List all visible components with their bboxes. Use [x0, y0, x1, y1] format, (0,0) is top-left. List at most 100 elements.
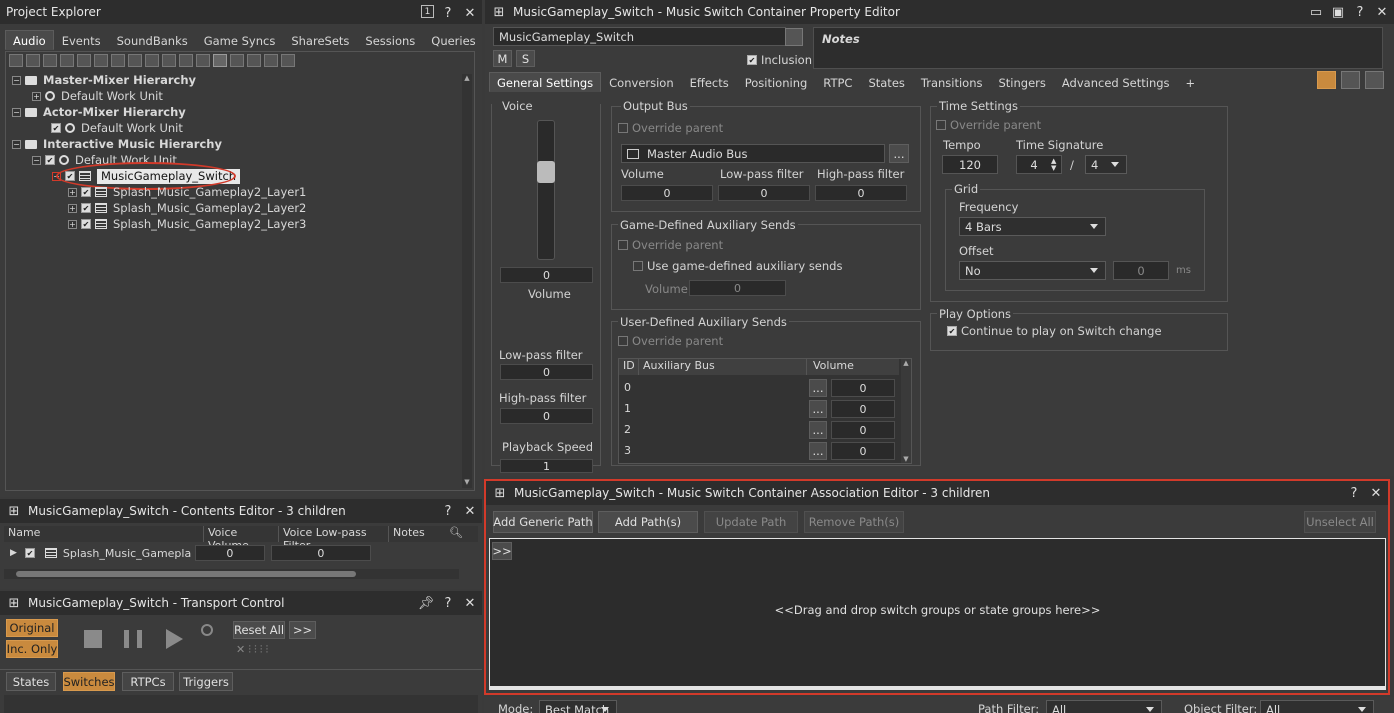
help-icon[interactable]: ? [440, 503, 456, 519]
pause-icon[interactable] [124, 630, 142, 648]
aux-browse-button[interactable]: ... [809, 379, 827, 397]
aux-browse-button[interactable]: ... [809, 421, 827, 439]
voice-fader[interactable] [537, 120, 555, 260]
offset-value-field[interactable]: 0 [1113, 261, 1169, 280]
inclusion-checkbox[interactable]: ✔ [747, 55, 757, 65]
tab-add[interactable]: + [1178, 72, 1204, 92]
help-icon[interactable]: ? [1352, 4, 1368, 20]
tree-master-mixer[interactable]: − Master-Mixer Hierarchy [12, 72, 196, 88]
tree-layer-2[interactable]: + ✔ Splash_Music_Gameplay2_Layer2 [68, 200, 306, 216]
tab-stingers[interactable]: Stingers [991, 72, 1054, 92]
aux-row[interactable]: 2... 0 [619, 420, 899, 440]
checkbox[interactable]: ✔ [45, 155, 55, 165]
tab-general-settings[interactable]: General Settings [489, 72, 602, 92]
mute-button[interactable]: M [493, 50, 512, 67]
inc-only-button[interactable]: Inc. Only [6, 640, 58, 658]
help-icon[interactable]: ? [1346, 485, 1362, 501]
close-icon[interactable]: ✕ [462, 503, 478, 519]
aux-row[interactable]: 3... 0 [619, 441, 899, 461]
expand-button[interactable]: >> [492, 542, 512, 560]
col-lpf[interactable]: Voice Low-pass Filter [279, 526, 389, 552]
bus-hpf-slider[interactable]: 0 [815, 185, 907, 201]
reset-all-button[interactable]: Reset All [233, 621, 285, 639]
voice-icon[interactable] [196, 54, 210, 67]
tree-interactive[interactable]: − Interactive Music Hierarchy [12, 136, 222, 152]
tree-master-wu[interactable]: + Default Work Unit [32, 88, 163, 104]
search-icon[interactable]: 🔍︎ [449, 526, 463, 542]
checkbox[interactable]: ✔ [24, 548, 35, 558]
tree-scrollbar[interactable]: ▲ ▼ [462, 74, 472, 488]
save-icon[interactable]: ▣ [1330, 4, 1346, 20]
tab-soundbanks[interactable]: SoundBanks [109, 30, 196, 50]
open-folder-icon[interactable]: ▭ [1308, 4, 1324, 20]
close-icon[interactable]: ✕ [462, 595, 478, 611]
sequence-icon[interactable] [162, 54, 176, 67]
sound-icon[interactable] [179, 54, 193, 67]
table-row[interactable]: ▶ ✔ Splash_Music_Gameplay... 0 0 [4, 543, 478, 563]
close-icon[interactable]: ✕ [1368, 485, 1384, 501]
clock-icon[interactable] [201, 624, 213, 636]
voice-volume-slider[interactable]: 0 [194, 545, 265, 561]
aux-volume-slider[interactable]: 0 [831, 442, 895, 460]
tab-effects[interactable]: Effects [682, 72, 737, 92]
tab-positioning[interactable]: Positioning [737, 72, 816, 92]
use-game-aux-checkbox[interactable] [633, 261, 643, 271]
track-icon[interactable] [264, 54, 278, 67]
close-icon[interactable]: ✕ [462, 5, 478, 21]
aux-volume-slider[interactable]: 0 [831, 379, 895, 397]
tab-rtpc[interactable]: RTPC [815, 72, 860, 92]
tab-sharesets[interactable]: ShareSets [283, 30, 357, 50]
playlist-icon[interactable] [230, 54, 244, 67]
actor-icon[interactable] [60, 54, 74, 67]
list-icon[interactable] [77, 54, 91, 67]
tab-queries[interactable]: Queries [423, 30, 483, 50]
layout-single-icon[interactable] [1317, 71, 1336, 89]
update-path-button[interactable]: Update Path [704, 511, 798, 533]
tab-switches[interactable]: Switches [63, 672, 115, 691]
add-paths-button[interactable]: Add Path(s) [598, 511, 698, 533]
segment-icon[interactable] [247, 54, 261, 67]
tab-states[interactable]: States [860, 72, 912, 92]
lpf-slider[interactable]: 0 [270, 545, 371, 561]
tab-states[interactable]: States [6, 672, 56, 691]
tree-layer-1[interactable]: + ✔ Splash_Music_Gameplay2_Layer1 [68, 184, 306, 200]
continue-checkbox[interactable]: ✔ [947, 326, 957, 336]
aux-row[interactable]: 0... 0 [619, 378, 899, 398]
aux-volume-slider[interactable]: 0 [831, 400, 895, 418]
col-name[interactable]: Name [4, 526, 204, 542]
tab-conversion[interactable]: Conversion [601, 72, 681, 92]
aux-browse-button[interactable]: ... [809, 442, 827, 460]
voice-hpf-slider[interactable]: 0 [500, 408, 593, 424]
blend-icon[interactable] [128, 54, 142, 67]
offset-dropdown[interactable]: No [959, 261, 1106, 280]
mode-dropdown[interactable]: Best Match [539, 700, 617, 713]
notes-box[interactable]: Notes [813, 27, 1383, 69]
folder-icon[interactable] [26, 54, 40, 67]
aux-row[interactable]: 1... 0 [619, 399, 899, 419]
unselect-all-button[interactable]: Unselect All [1304, 511, 1376, 533]
object-name-field[interactable]: MusicGameplay_Switch [493, 27, 786, 46]
tab-rtpcs[interactable]: RTPCs [122, 672, 174, 691]
aux-browse-button[interactable]: ... [809, 400, 827, 418]
sig-denominator-dropdown[interactable]: 4 [1085, 155, 1127, 174]
frequency-dropdown[interactable]: 4 Bars [959, 217, 1106, 236]
override-parent-checkbox[interactable] [618, 123, 628, 133]
random-icon[interactable] [145, 54, 159, 67]
pin-icon[interactable]: 📌︎ [418, 595, 435, 611]
user-aux-override-checkbox[interactable] [618, 336, 628, 346]
col-volume[interactable]: Volume [807, 359, 893, 375]
power-icon[interactable] [9, 54, 23, 67]
layout-split-icon[interactable] [1341, 71, 1360, 89]
add-generic-path-button[interactable]: Add Generic Path [493, 511, 593, 533]
tab-sessions[interactable]: Sessions [357, 30, 423, 50]
aux-volume-slider[interactable]: 0 [831, 421, 895, 439]
folder-new-icon[interactable] [43, 54, 57, 67]
stop-icon[interactable] [84, 630, 102, 648]
tab-audio[interactable]: Audio [5, 30, 54, 50]
output-bus-browse-button[interactable]: ... [889, 144, 909, 163]
time-override-checkbox[interactable] [936, 120, 946, 130]
tree-layer-3[interactable]: + ✔ Splash_Music_Gameplay2_Layer3 [68, 216, 306, 232]
voice-lpf-slider[interactable]: 0 [500, 364, 593, 380]
tempo-field[interactable]: 120 [942, 155, 998, 174]
col-id[interactable]: ID [619, 359, 639, 375]
